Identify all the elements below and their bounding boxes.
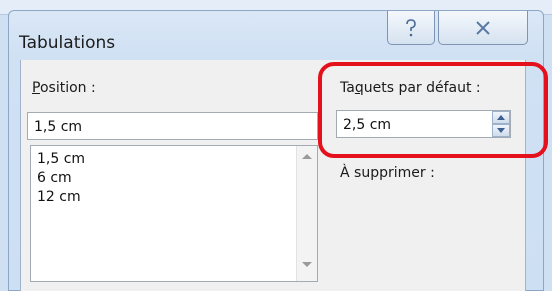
dialog-title: Tabulations — [19, 33, 116, 53]
list-item[interactable]: 1,5 cm — [37, 151, 85, 167]
close-button[interactable] — [438, 11, 528, 45]
list-item[interactable]: 6 cm — [37, 170, 72, 186]
scroll-down-arrow-icon[interactable] — [302, 262, 312, 267]
help-question-icon — [406, 18, 416, 36]
close-x-icon — [476, 20, 490, 35]
annotation-highlight-box — [318, 62, 548, 158]
position-input[interactable]: 1,5 cm — [27, 112, 318, 140]
position-label-accelerator: P — [32, 80, 40, 96]
help-button[interactable] — [387, 11, 435, 45]
tab-stop-list[interactable]: 1,5 cm 6 cm 12 cm — [30, 145, 318, 282]
position-label: Position : — [32, 80, 96, 96]
list-item[interactable]: 12 cm — [37, 189, 81, 205]
scroll-up-arrow-icon[interactable] — [302, 154, 312, 159]
position-label-rest: osition : — [39, 80, 96, 96]
list-scrollbar[interactable] — [296, 146, 317, 281]
to-delete-label: À supprimer : — [340, 165, 435, 181]
